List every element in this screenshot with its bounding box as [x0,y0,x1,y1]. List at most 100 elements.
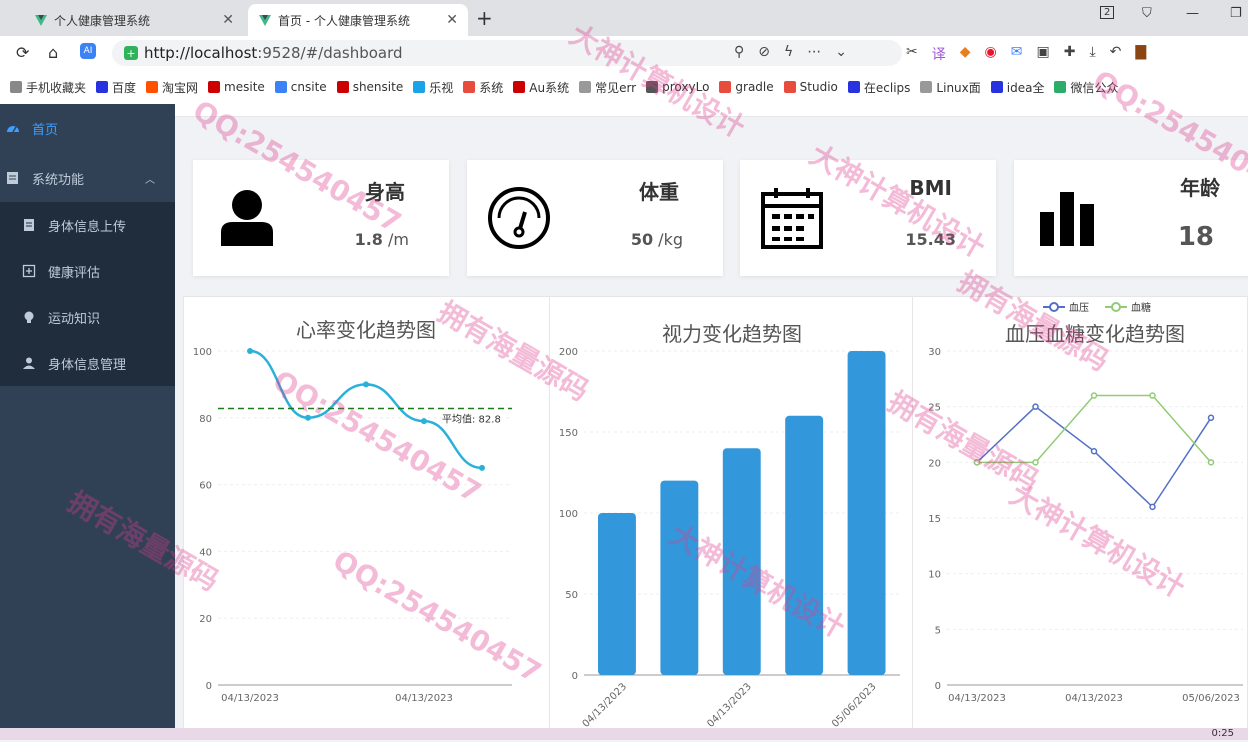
sidebar-item-body-manage[interactable]: 身体信息管理 [0,340,175,386]
data-point [1149,392,1156,399]
data-point [363,381,369,388]
bookmark-favicon-icon [463,81,476,93]
more-icon[interactable]: ⋯ [807,44,821,60]
bookmark-label: mesite [224,80,265,94]
bookmark-item[interactable]: shensite [336,80,403,94]
y-tick-label: 0 [935,681,941,692]
y-tick-label: 5 [935,625,941,636]
card-value: 50 /kg [631,230,683,249]
chevron-down-icon[interactable]: ⌄ [835,44,847,60]
bookmark-item[interactable]: idea全 [990,79,1045,96]
reload-icon[interactable]: ⟳ [16,43,29,62]
bookmark-favicon-icon [847,81,860,93]
bar [598,513,636,675]
bookmark-favicon-icon [146,81,159,93]
y-tick-label: 100 [193,347,212,358]
sidebar-item-home[interactable]: 首页 [0,104,175,152]
home-icon[interactable]: ⌂ [48,43,58,62]
bookmark-item[interactable]: 常见err [579,79,636,96]
game-icon[interactable]: ◆ [960,44,971,64]
bookmark-favicon-icon [10,81,22,93]
browser-tab[interactable]: 个人健康管理系统 ✕ [24,4,244,36]
briefcase-icon[interactable]: ▇ [1135,44,1146,64]
close-tab-icon[interactable]: ✕ [222,12,234,28]
bookmark-favicon-icon [990,81,1003,93]
bookmark-item[interactable]: cnsite [274,80,327,94]
ai-icon[interactable]: AI [80,43,96,59]
bookmark-label: idea全 [1006,80,1045,95]
x-tick-label: 04/13/2023 [581,681,630,730]
puzzle-icon[interactable]: ✚ [1064,44,1076,64]
zoom-icon[interactable]: ⚲ [734,44,744,60]
y-tick-label: 20 [199,614,212,625]
card-title: 年龄 [1180,176,1220,200]
bookmark-item[interactable]: gradle [719,80,774,94]
bookmark-favicon-icon [1054,81,1067,93]
translate-icon[interactable]: 译 [932,44,946,64]
data-point [1032,459,1039,466]
sidebar-item-body-upload[interactable]: 身体信息上传 [0,202,175,248]
data-point [1149,503,1156,511]
dashboard-icon [6,121,20,135]
close-tab-icon[interactable]: ✕ [446,12,458,28]
tab-count-badge[interactable]: 2 [1100,6,1115,19]
bookmark-item[interactable]: 手机收藏夹 [10,79,86,96]
bookmark-item[interactable]: 微信公众 [1054,79,1118,96]
compass-icon[interactable]: ⊘ [758,44,770,60]
heart-rate-chart: 心率变化趋势图 0 20 40 60 80 100 平均值: 82.8 04/13/2023 04… [193,318,512,704]
tags-view-strip [175,104,1248,117]
screenshot-icon[interactable]: ▣ [1036,44,1049,64]
sidebar-item-system[interactable]: 系统功能 ︿ [0,154,175,202]
scissors-icon[interactable]: ✂ [906,44,918,64]
undo-icon[interactable]: ↶ [1110,44,1122,64]
weibo-icon[interactable]: ◉ [985,44,997,64]
bookmark-favicon-icon [336,81,349,93]
bookmark-favicon-icon [208,81,221,93]
data-point [1032,403,1039,410]
bookmark-item[interactable]: mesite [208,80,265,94]
bookmark-label: 百度 [112,80,137,95]
x-tick-label: 04/13/2023 [705,681,754,730]
flash-icon[interactable]: ϟ [784,44,793,60]
sidebar-item-label: 系统功能 [32,172,85,188]
bookmark-label: 在eclips [863,80,911,95]
collections-icon[interactable]: ⛉ [1142,6,1152,21]
sidebar-item-health-eval[interactable]: 健康评估 [0,248,175,294]
person-icon [219,188,275,251]
bookmark-item[interactable]: 百度 [96,79,136,96]
bookmark-item[interactable]: Au系统 [513,79,569,96]
chart-title: 血压血糖变化趋势图 [1005,322,1185,346]
new-tab-button[interactable]: + [476,6,493,30]
bookmark-label: Studio [799,80,838,94]
bookmark-item[interactable]: 在eclips [847,79,911,96]
main-content: 身高 1.8 /m 体重 50 /kg BMI 15.43 年龄 18 心率变化… [175,104,1248,740]
minimize-icon[interactable]: — [1186,6,1199,21]
gauge-icon [487,186,551,253]
bookmark-item[interactable]: Linux面 [920,79,981,96]
sidebar-item-sports[interactable]: 运动知识 [0,294,175,340]
mail-icon[interactable]: ✉ [1011,44,1023,64]
x-tick-label: 04/13/2023 [948,693,1006,704]
sidebar-item-label: 身体信息上传 [48,219,127,235]
bookmark-item[interactable]: proxyLo [646,80,709,94]
bookmark-item[interactable]: Studio [783,80,838,94]
bookmark-item[interactable]: 系统 [463,79,503,96]
address-toolbar: ⟳ ⌂ AI + http://localhost:9528/#/dashboa… [0,36,1248,70]
y-tick-label: 50 [565,590,578,601]
y-tick-label: 0 [206,681,212,692]
user-icon [22,356,36,370]
card-number: 50 [630,230,654,249]
stat-card-bmi: BMI 15.43 [740,160,996,276]
browser-tab-active[interactable]: 首页 - 个人健康管理系统 ✕ [248,4,468,36]
bookmark-item[interactable]: 乐视 [413,79,453,96]
bar [847,351,886,675]
maximize-icon[interactable]: ❐ [1230,6,1242,21]
bookmark-item[interactable]: 淘宝网 [146,79,198,96]
card-title: BMI [909,176,952,200]
bookmark-favicon-icon [579,81,592,93]
bookmark-favicon-icon [274,81,287,93]
calendar-icon [760,186,824,253]
data-point [305,414,311,421]
bar-chart-icon [1038,188,1098,251]
download-icon[interactable]: ⤓ [1089,44,1095,64]
